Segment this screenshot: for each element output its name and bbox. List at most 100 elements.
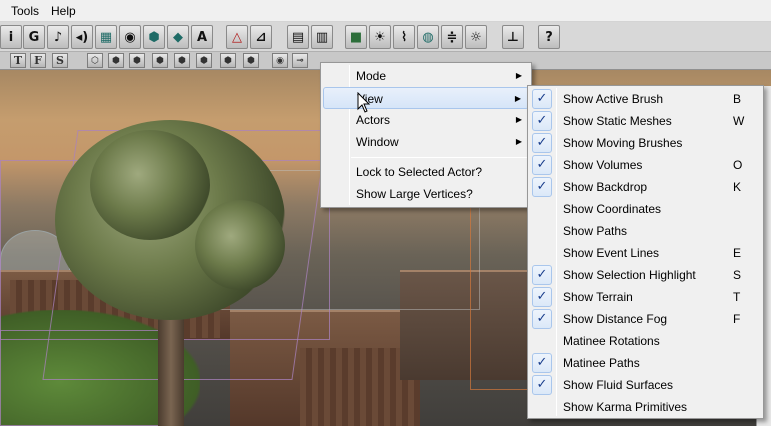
wireframe-cube-icon[interactable]: ⬡ <box>87 53 103 68</box>
lock-icon[interactable]: ⊸ <box>292 53 308 68</box>
menu-item-show-terrain[interactable]: ✓ Show Terrain T <box>530 286 761 308</box>
shortcut-key: T <box>733 290 741 304</box>
tree-canopy <box>90 130 210 240</box>
menu-item-show-karma-primitives[interactable]: Show Karma Primitives <box>530 396 761 418</box>
menu-item-show-fluid-surfaces[interactable]: ✓ Show Fluid Surfaces <box>530 374 761 396</box>
shape-icon[interactable]: ◆ <box>167 25 189 49</box>
shortcut-key: E <box>733 246 742 260</box>
menu-item-show-paths[interactable]: Show Paths <box>530 220 761 242</box>
depth-cube-icon[interactable]: ⬢ <box>196 53 212 68</box>
light-icon[interactable]: ☀ <box>369 25 391 49</box>
menu-item-show-backdrop[interactable]: ✓ Show Backdrop K <box>530 176 761 198</box>
textured-cube-icon[interactable]: ⬢ <box>129 53 145 68</box>
menu-item-show-static-meshes[interactable]: ✓ Show Static Meshes W <box>530 110 761 132</box>
browser-icon[interactable]: ▤ <box>287 25 309 49</box>
checkmark-icon: ✓ <box>532 375 552 395</box>
menu-item-label: Lock to Selected Actor? <box>356 165 483 179</box>
checkmark-icon: ✓ <box>532 177 552 197</box>
bulb-icon[interactable]: ☼ <box>465 25 487 49</box>
checkmark-icon: ✓ <box>532 265 552 285</box>
skew-icon[interactable]: ⊿ <box>250 25 272 49</box>
menubar: Tools Help <box>0 0 771 22</box>
menu-item-label: Matinee Rotations <box>563 334 660 348</box>
shortcut-key: K <box>733 180 742 194</box>
menu-item-matinee-rotations[interactable]: Matinee Rotations <box>530 330 761 352</box>
mouse-cursor-icon <box>357 92 371 113</box>
menu-item-show-distance-fog[interactable]: ✓ Show Distance Fog F <box>530 308 761 330</box>
font-icon[interactable]: A <box>191 25 213 49</box>
menu-item-show-coordinates[interactable]: Show Coordinates <box>530 198 761 220</box>
menu-item-label: Matinee Paths <box>563 356 640 370</box>
menu-item-show-moving-brushes[interactable]: ✓ Show Moving Brushes <box>530 132 761 154</box>
eye-icon[interactable]: ◉ <box>119 25 141 49</box>
menu-item-lock-to-selected-actor[interactable]: Lock to Selected Actor? <box>323 161 529 183</box>
menu-item-label: Show Large Vertices? <box>356 187 473 201</box>
menu-item-matinee-paths[interactable]: ✓ Matinee Paths <box>530 352 761 374</box>
props-icon[interactable]: ◍ <box>417 25 439 49</box>
menu-item-label: Show Backdrop <box>563 180 648 194</box>
music-note-icon[interactable]: ♪ <box>47 25 69 49</box>
speaker-icon[interactable]: ◂) <box>71 25 93 49</box>
browser-alt-icon[interactable]: ▥ <box>311 25 333 49</box>
menu-help[interactable]: Help <box>45 0 82 22</box>
checkmark-icon: ✓ <box>532 89 552 109</box>
submenu-arrow-icon: ▶ <box>514 94 521 103</box>
checkmark-icon: ✓ <box>532 309 552 329</box>
front-view-icon[interactable]: F <box>30 53 46 68</box>
shortcut-key: B <box>733 92 742 106</box>
solid-cube-icon[interactable]: ⬢ <box>174 53 190 68</box>
lit-cube-icon[interactable]: ⬢ <box>152 53 168 68</box>
overdraw-cube-icon[interactable]: ⬢ <box>243 53 259 68</box>
menu-item-label: Show Paths <box>563 224 628 238</box>
checkmark-icon: ✓ <box>532 133 552 153</box>
cube-icon[interactable]: ■ <box>345 25 367 49</box>
context-menu: Mode ▶ View ▶ Actors ▶ Window ▶ Lock to … <box>320 62 532 208</box>
g-icon[interactable]: G <box>23 25 45 49</box>
menu-item-label: Show Distance Fog <box>563 312 668 326</box>
checkmark-icon: ✓ <box>532 155 552 175</box>
checkmark-icon: ✓ <box>532 353 552 373</box>
menu-item-label: Show Volumes <box>563 158 643 172</box>
menu-item-label: Show Fluid Surfaces <box>563 378 674 392</box>
submenu-arrow-icon: ▶ <box>515 71 522 80</box>
triangle-icon[interactable]: △ <box>226 25 248 49</box>
menu-tools[interactable]: Tools <box>0 0 45 22</box>
realtime-eye-icon[interactable]: ◉ <box>272 53 288 68</box>
menu-item-show-large-vertices[interactable]: Show Large Vertices? <box>323 183 529 205</box>
shortcut-key: S <box>733 268 742 282</box>
tree-canopy <box>195 200 285 290</box>
unlit-cube-icon[interactable]: ⬢ <box>220 53 236 68</box>
path-icon[interactable]: ⌇ <box>393 25 415 49</box>
checkmark-icon: ✓ <box>532 111 552 131</box>
actor-icon[interactable]: ⊥ <box>502 25 524 49</box>
menu-item-show-event-lines[interactable]: Show Event Lines E <box>530 242 761 264</box>
menu-item-view[interactable]: View ▶ <box>323 87 529 109</box>
help-cursor-icon[interactable]: ? <box>538 25 560 49</box>
shortcut-key: O <box>733 158 743 172</box>
main-toolbar: i G ♪ ◂) ▦ ◉ ⬢ ◆ A △ ⊿ ▤ ▥ ■ ☀ ⌇ ◍ ≑ ☼ ⊥… <box>0 22 771 52</box>
wireframe-box <box>0 330 180 426</box>
menu-item-actors[interactable]: Actors ▶ <box>323 109 529 131</box>
menu-item-show-selection-highlight[interactable]: ✓ Show Selection Highlight S <box>530 264 761 286</box>
side-view-icon[interactable]: S <box>52 53 68 68</box>
menu-item-label: Mode <box>356 69 387 83</box>
menu-item-label: Show Active Brush <box>563 92 664 106</box>
landscape-icon[interactable]: ▦ <box>95 25 117 49</box>
menu-item-label: Show Moving Brushes <box>563 136 683 150</box>
menu-item-window[interactable]: Window ▶ <box>323 131 529 153</box>
menu-item-show-volumes[interactable]: ✓ Show Volumes O <box>530 154 761 176</box>
submenu-arrow-icon: ▶ <box>515 137 522 146</box>
menu-item-label: Show Static Meshes <box>563 114 672 128</box>
top-view-icon[interactable]: T <box>10 53 26 68</box>
wireframe-box <box>470 190 530 390</box>
menu-separator <box>351 157 527 158</box>
menu-item-mode[interactable]: Mode ▶ <box>323 65 529 87</box>
sliders-icon[interactable]: ≑ <box>441 25 463 49</box>
view-submenu: ✓ Show Active Brush B ✓ Show Static Meshes W ✓… <box>527 85 764 419</box>
mesh-icon[interactable]: ⬢ <box>143 25 165 49</box>
zone-cube-icon[interactable]: ⬢ <box>108 53 124 68</box>
menu-item-show-active-brush[interactable]: ✓ Show Active Brush B <box>530 88 761 110</box>
menu-item-label: Show Coordinates <box>563 202 662 216</box>
info-icon[interactable]: i <box>0 25 22 49</box>
menu-item-label: Window <box>356 135 399 149</box>
